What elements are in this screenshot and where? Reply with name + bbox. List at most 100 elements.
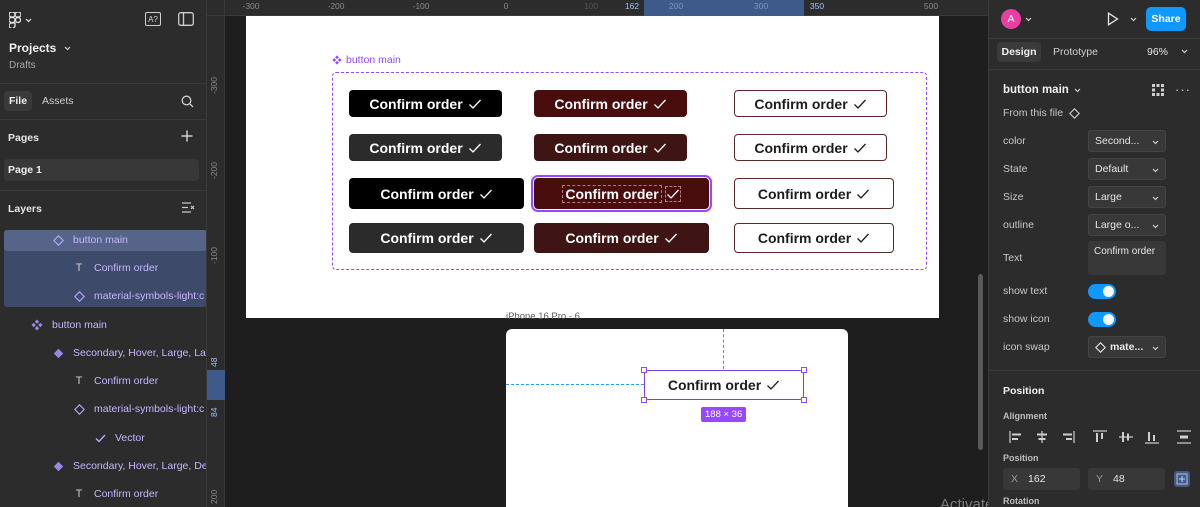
tab-file[interactable]: File [4, 91, 32, 111]
layer-row[interactable]: button main [0, 311, 206, 339]
distribute-button[interactable] [1171, 427, 1197, 447]
avatar[interactable]: A [1001, 9, 1021, 29]
button-variant[interactable]: Confirm order [349, 223, 524, 253]
button-label: Confirm order [369, 95, 463, 112]
position-heading: Position [1003, 385, 1045, 397]
share-button[interactable]: Share [1146, 7, 1186, 31]
text-icon: T [75, 375, 83, 387]
check-icon [853, 99, 866, 109]
layer-row[interactable]: material-symbols-light:c [0, 395, 206, 423]
frame-label[interactable]: iPhone 16 Pro - 6 [506, 311, 580, 322]
button-variant[interactable]: Confirm order [734, 223, 894, 253]
button-variant[interactable]: Confirm order [349, 178, 524, 209]
activation-watermark: Activate Windows [940, 496, 988, 507]
align-right-button[interactable] [1055, 427, 1081, 447]
state-select[interactable]: Default [1088, 158, 1166, 180]
main-menu-button[interactable] [9, 12, 32, 28]
button-variant[interactable]: Confirm order [534, 223, 709, 253]
button-variant[interactable]: Confirm order [349, 134, 502, 161]
component-set-label: button main [346, 54, 401, 66]
tab-assets[interactable]: Assets [42, 95, 74, 107]
chevron-down-icon[interactable] [1025, 17, 1032, 22]
layer-row[interactable]: T Confirm order [0, 367, 206, 395]
layer-row[interactable]: Vector [0, 424, 206, 452]
from-this-file-label: From this file [1003, 107, 1064, 119]
page-1-item[interactable]: Page 1 [4, 159, 199, 181]
present-play-icon[interactable] [1107, 12, 1119, 26]
layer-label: Confirm order [94, 375, 159, 387]
resize-handle[interactable] [641, 367, 647, 373]
text-field[interactable]: Confirm order [1088, 241, 1166, 275]
show-text-toggle[interactable] [1088, 284, 1116, 299]
chevron-down-icon [1152, 224, 1159, 229]
tab-design[interactable]: Design [997, 42, 1041, 62]
resize-handle[interactable] [641, 397, 647, 403]
canvas[interactable]: button main Confirm order Confirm order … [225, 16, 988, 507]
button-variant[interactable]: Confirm order [734, 90, 887, 117]
iphone-frame[interactable] [506, 329, 848, 507]
layer-row[interactable]: Secondary, Hover, Large, Lar [0, 339, 206, 367]
size-select[interactable]: Large [1088, 186, 1166, 208]
button-variant[interactable]: Confirm order [349, 90, 502, 117]
ruler-tick: -300 [242, 1, 260, 11]
outline-select[interactable]: Large o... [1088, 214, 1166, 236]
ruler-tick: 162 [624, 1, 640, 11]
instance-grid-icon[interactable] [1152, 84, 1164, 96]
select-value: Large [1095, 191, 1122, 203]
check-icon [468, 143, 481, 153]
layer-row[interactable]: Secondary, Hover, Large, Def [0, 452, 206, 480]
ruler-tick: -100 [209, 246, 219, 264]
layer-row[interactable]: material-symbols-light:c [0, 282, 206, 310]
check-icon [857, 233, 870, 243]
align-top-button[interactable] [1087, 427, 1113, 447]
button-variant[interactable]: Confirm order [534, 90, 687, 117]
button-variant[interactable]: Confirm order [534, 134, 687, 161]
ruler-tick: 84 [209, 407, 219, 417]
x-position-field[interactable]: X 162 [1003, 468, 1080, 490]
component-set-title[interactable]: button main [332, 54, 401, 66]
drafts-label: Drafts [9, 60, 36, 71]
chevron-down-icon[interactable] [1130, 17, 1137, 22]
selected-instance[interactable]: Confirm order [644, 370, 804, 400]
check-icon [857, 189, 870, 199]
align-left-button[interactable] [1003, 427, 1029, 447]
sidebar-toggle-icon[interactable] [178, 12, 194, 26]
vertical-scrollbar[interactable] [978, 274, 983, 450]
ai-text-icon[interactable]: A? [145, 12, 161, 26]
chevron-down-icon [1152, 168, 1159, 173]
resize-handle[interactable] [801, 367, 807, 373]
search-icon[interactable] [181, 95, 194, 108]
add-page-icon[interactable] [181, 130, 193, 142]
show-icon-toggle[interactable] [1088, 312, 1116, 327]
button-variant[interactable]: Confirm order [734, 178, 894, 209]
align-bottom-icon [1145, 432, 1159, 444]
color-select[interactable]: Second... [1088, 130, 1166, 152]
layer-row[interactable]: T Confirm order [0, 254, 206, 282]
align-bottom-button[interactable] [1139, 427, 1165, 447]
ruler-tick: -100 [412, 1, 430, 11]
resize-handle[interactable] [801, 397, 807, 403]
button-variant[interactable]: Confirm order [734, 134, 887, 161]
align-middle-button[interactable] [1113, 427, 1139, 447]
component-instance-icon [1069, 107, 1081, 119]
divider [989, 69, 1200, 70]
align-center-button[interactable] [1029, 427, 1055, 447]
chevron-down-icon[interactable] [1181, 49, 1188, 54]
size-badge: 188 × 36 [701, 407, 747, 422]
collapse-layers-icon[interactable] [182, 202, 195, 213]
projects-menu[interactable]: Projects [9, 41, 71, 55]
button-label: Confirm order [380, 185, 474, 202]
constraints-button[interactable] [1174, 471, 1190, 487]
more-options-icon[interactable]: ··· [1175, 82, 1191, 97]
layer-row[interactable]: button main [0, 226, 206, 254]
tab-prototype[interactable]: Prototype [1053, 46, 1098, 58]
button-variant-selected[interactable]: Confirm order [531, 175, 712, 212]
property-label: show text [1003, 285, 1048, 297]
icon-swap-select[interactable]: mate... [1088, 336, 1166, 358]
property-label: show icon [1003, 313, 1050, 325]
button-label: Confirm order [562, 184, 662, 203]
layer-row[interactable]: T Confirm order [0, 480, 206, 507]
y-position-field[interactable]: Y 48 [1088, 468, 1165, 490]
zoom-level[interactable]: 96% [1147, 46, 1168, 58]
component-name-dropdown[interactable]: button main [1003, 84, 1081, 96]
